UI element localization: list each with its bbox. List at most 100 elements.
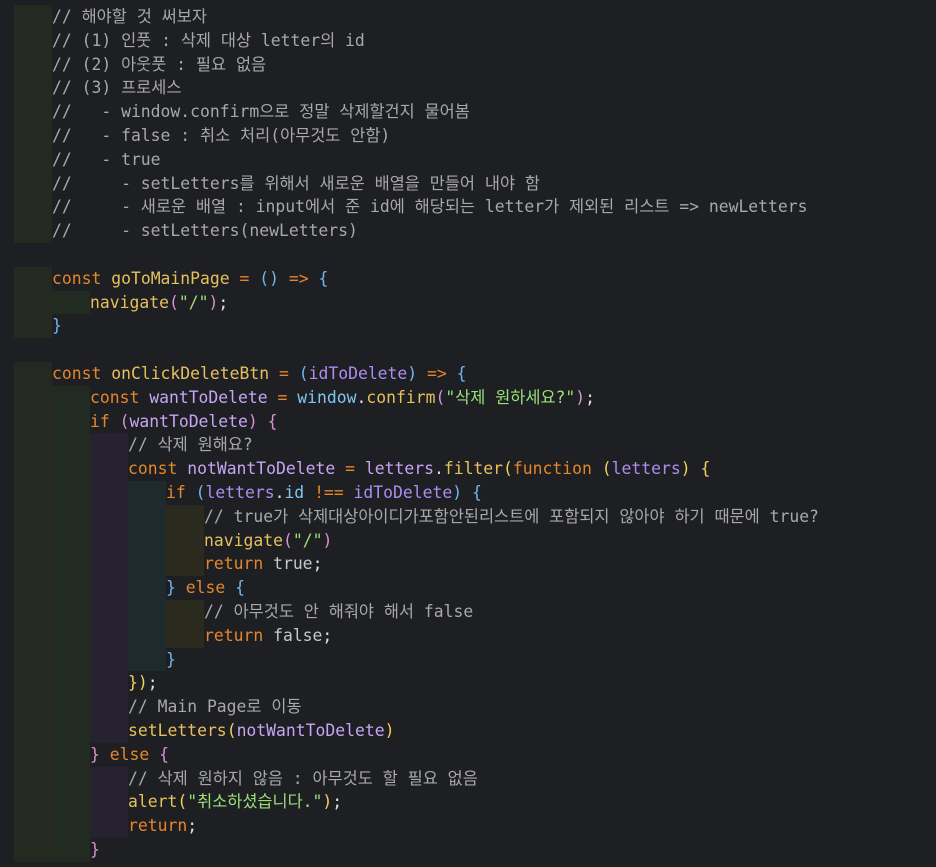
code-token: "삭제 원하세요?" bbox=[445, 387, 576, 407]
code-line[interactable] bbox=[0, 338, 936, 362]
code-text: return false; bbox=[204, 624, 332, 648]
code-token: return bbox=[204, 625, 274, 645]
code-token: = bbox=[278, 364, 289, 383]
code-text: // - setLetters를 위해서 새로운 배열을 만들어 내야 함 bbox=[52, 172, 540, 196]
indent-guide bbox=[14, 528, 52, 553]
code-line[interactable]: } else { bbox=[0, 576, 936, 600]
code-token: () bbox=[259, 268, 280, 288]
code-line[interactable]: // 삭제 원하지 않음 : 아무것도 할 필요 없음 bbox=[0, 766, 936, 791]
code-text: const notWantToDelete = letters.filter(f… bbox=[128, 457, 710, 481]
code-line[interactable]: // - true bbox=[0, 147, 936, 172]
code-token: goToMainPage bbox=[111, 268, 230, 288]
code-line[interactable]: const notWantToDelete = letters.filter(f… bbox=[0, 457, 936, 481]
indent-guide bbox=[166, 528, 204, 553]
code-text: // - 새로운 배열 : input에서 준 id에 해당되는 letter가… bbox=[52, 195, 808, 219]
code-line[interactable]: navigate("/"); bbox=[0, 290, 936, 315]
code-line[interactable]: // (1) 인풋 : 삭제 대상 letter의 id bbox=[0, 28, 936, 53]
indent-guide bbox=[128, 528, 166, 553]
indent-guide bbox=[128, 552, 166, 577]
code-text: } else { bbox=[90, 743, 169, 767]
code-line[interactable]: } bbox=[0, 314, 936, 339]
code-token: ) bbox=[322, 530, 333, 550]
code-text: // (3) 프로세스 bbox=[52, 76, 181, 100]
code-token: ) bbox=[208, 292, 219, 312]
indent-guide bbox=[14, 385, 52, 410]
indent-guide bbox=[52, 504, 90, 529]
code-line[interactable]: // Main Page로 이동 bbox=[0, 695, 936, 719]
indent-guide bbox=[166, 504, 204, 529]
code-token: ) bbox=[407, 364, 418, 383]
code-token: false bbox=[273, 625, 323, 645]
code-line[interactable]: alert("취소하셨습니다."); bbox=[0, 790, 936, 815]
code-line[interactable]: // - false : 취소 처리(아무것도 안함) bbox=[0, 124, 936, 148]
code-token: "/" bbox=[292, 530, 323, 550]
code-line[interactable]: return false; bbox=[0, 623, 936, 648]
code-token: // 삭제 원해요? bbox=[128, 435, 253, 455]
code-token: ( bbox=[119, 411, 130, 431]
code-token: ; bbox=[322, 625, 333, 645]
code-line[interactable]: // (3) 프로세스 bbox=[0, 76, 936, 101]
code-line[interactable]: setLetters(notWantToDelete) bbox=[0, 719, 936, 743]
indent-guide bbox=[14, 100, 52, 124]
indent-guide bbox=[14, 52, 52, 77]
code-line[interactable]: return true; bbox=[0, 552, 936, 577]
code-text: // 삭제 원하지 않음 : 아무것도 할 필요 없음 bbox=[128, 767, 478, 791]
indent-guide bbox=[128, 647, 166, 672]
indent-guide bbox=[14, 647, 52, 672]
indent-guide bbox=[52, 790, 90, 815]
indent-guide bbox=[14, 28, 52, 53]
indent-guide bbox=[14, 504, 52, 529]
indent-guide bbox=[90, 814, 128, 838]
code-token: ( bbox=[177, 792, 188, 812]
indent-guide bbox=[14, 719, 52, 743]
code-token: ) bbox=[322, 792, 333, 812]
code-line[interactable]: if (wantToDelete) { bbox=[0, 409, 936, 434]
code-token: true bbox=[273, 554, 313, 574]
code-line[interactable]: const goToMainPage = () => { bbox=[0, 266, 936, 291]
code-token: => bbox=[427, 364, 447, 383]
code-line[interactable] bbox=[0, 243, 936, 267]
code-line[interactable]: const wantToDelete = window.confirm("삭제 … bbox=[0, 385, 936, 410]
code-line[interactable]: } bbox=[0, 647, 936, 672]
code-line[interactable]: }); bbox=[0, 671, 936, 696]
indent-guide bbox=[14, 266, 52, 291]
code-line[interactable]: navigate("/") bbox=[0, 528, 936, 553]
code-token: letters bbox=[611, 459, 681, 479]
code-line[interactable]: } else { bbox=[0, 742, 936, 767]
code-line[interactable]: // - setLetters(newLetters) bbox=[0, 219, 936, 243]
indent-guide bbox=[52, 742, 90, 767]
code-line[interactable]: return; bbox=[0, 814, 936, 838]
code-token: ) bbox=[384, 721, 395, 740]
code-line[interactable]: if (letters.id !== idToDelete) { bbox=[0, 481, 936, 505]
code-text: navigate("/"); bbox=[90, 291, 228, 315]
indent-guide bbox=[14, 314, 52, 339]
code-token: ( bbox=[195, 483, 206, 502]
code-line[interactable]: // 삭제 원해요? bbox=[0, 433, 936, 458]
code-editor[interactable]: // 해야할 것 써보자 // (1) 인풋 : 삭제 대상 letter의 id… bbox=[0, 0, 936, 867]
code-token: . bbox=[433, 459, 444, 479]
indent-guide bbox=[90, 433, 128, 458]
code-line[interactable]: // - 새로운 배열 : input에서 준 id에 해당되는 letter가… bbox=[0, 195, 936, 220]
code-line[interactable]: // 아무것도 안 해줘야 해서 false bbox=[0, 600, 936, 624]
indent-guide bbox=[14, 457, 52, 481]
code-token: { bbox=[456, 364, 467, 383]
indent-guide bbox=[90, 528, 128, 553]
code-line[interactable]: // - window.confirm으로 정말 삭제할건지 물어봄 bbox=[0, 100, 936, 124]
code-text: setLetters(notWantToDelete) bbox=[128, 719, 394, 743]
code-token: wantToDelete bbox=[129, 411, 248, 431]
code-line[interactable]: // (2) 아웃풋 : 필요 없음 bbox=[0, 52, 936, 77]
indent-guide bbox=[90, 671, 128, 696]
code-line[interactable]: // 해야할 것 써보자 bbox=[0, 5, 936, 29]
code-line[interactable]: } bbox=[0, 838, 936, 862]
code-line[interactable]: const onClickDeleteBtn = (idToDelete) =>… bbox=[0, 362, 936, 386]
code-text: } bbox=[166, 648, 176, 672]
code-line[interactable]: // true가 삭제대상아이디가포함안된리스트에 포함되지 않아야 하기 때문… bbox=[0, 504, 936, 529]
code-token: filter bbox=[443, 459, 504, 479]
code-line[interactable]: // - setLetters를 위해서 새로운 배열을 만들어 내야 함 bbox=[0, 171, 936, 196]
